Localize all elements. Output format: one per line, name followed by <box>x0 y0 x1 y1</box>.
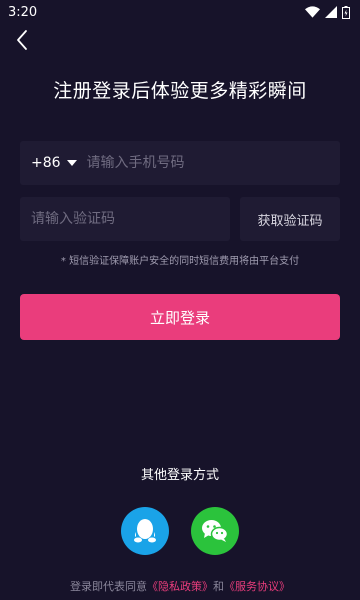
login-button[interactable]: 立即登录 <box>20 294 340 340</box>
wifi-icon <box>305 6 320 18</box>
get-code-button[interactable]: 获取验证码 <box>240 197 340 241</box>
sms-notice: * 短信验证保障账户安全的同时短信费用将由平台支付 <box>60 256 300 267</box>
other-login-label: 其他登录方式 <box>140 468 219 483</box>
verification-code-field <box>20 197 230 241</box>
agreement-conjunction: 和 <box>213 580 224 593</box>
caret-down-icon[interactable] <box>66 160 77 166</box>
country-code-selector[interactable]: +86 <box>31 155 61 171</box>
agreement-prefix: 登录即代表同意 <box>70 580 147 593</box>
phone-field: +86 <box>20 141 340 185</box>
terms-of-service-link[interactable]: 《服务协议》 <box>224 580 290 593</box>
privacy-policy-link[interactable]: 《隐私政策》 <box>147 580 213 593</box>
status-time: 3:20 <box>8 4 38 20</box>
phone-input[interactable] <box>86 155 340 171</box>
wechat-login-button[interactable] <box>191 507 239 555</box>
chevron-left-icon <box>17 30 27 50</box>
signal-icon <box>325 6 337 18</box>
agreement-text: 登录即代表同意《隐私政策》和《服务协议》 <box>0 578 360 594</box>
verification-code-input[interactable] <box>31 211 230 227</box>
battery-icon <box>342 5 350 19</box>
status-bar: 3:20 <box>0 0 360 24</box>
back-button[interactable] <box>10 28 34 52</box>
qq-login-button[interactable] <box>121 507 169 555</box>
page-title: 注册登录后体验更多精彩瞬间 <box>53 80 307 102</box>
wechat-icon <box>202 520 229 542</box>
qq-penguin-icon <box>134 519 156 543</box>
status-icons <box>305 5 350 19</box>
